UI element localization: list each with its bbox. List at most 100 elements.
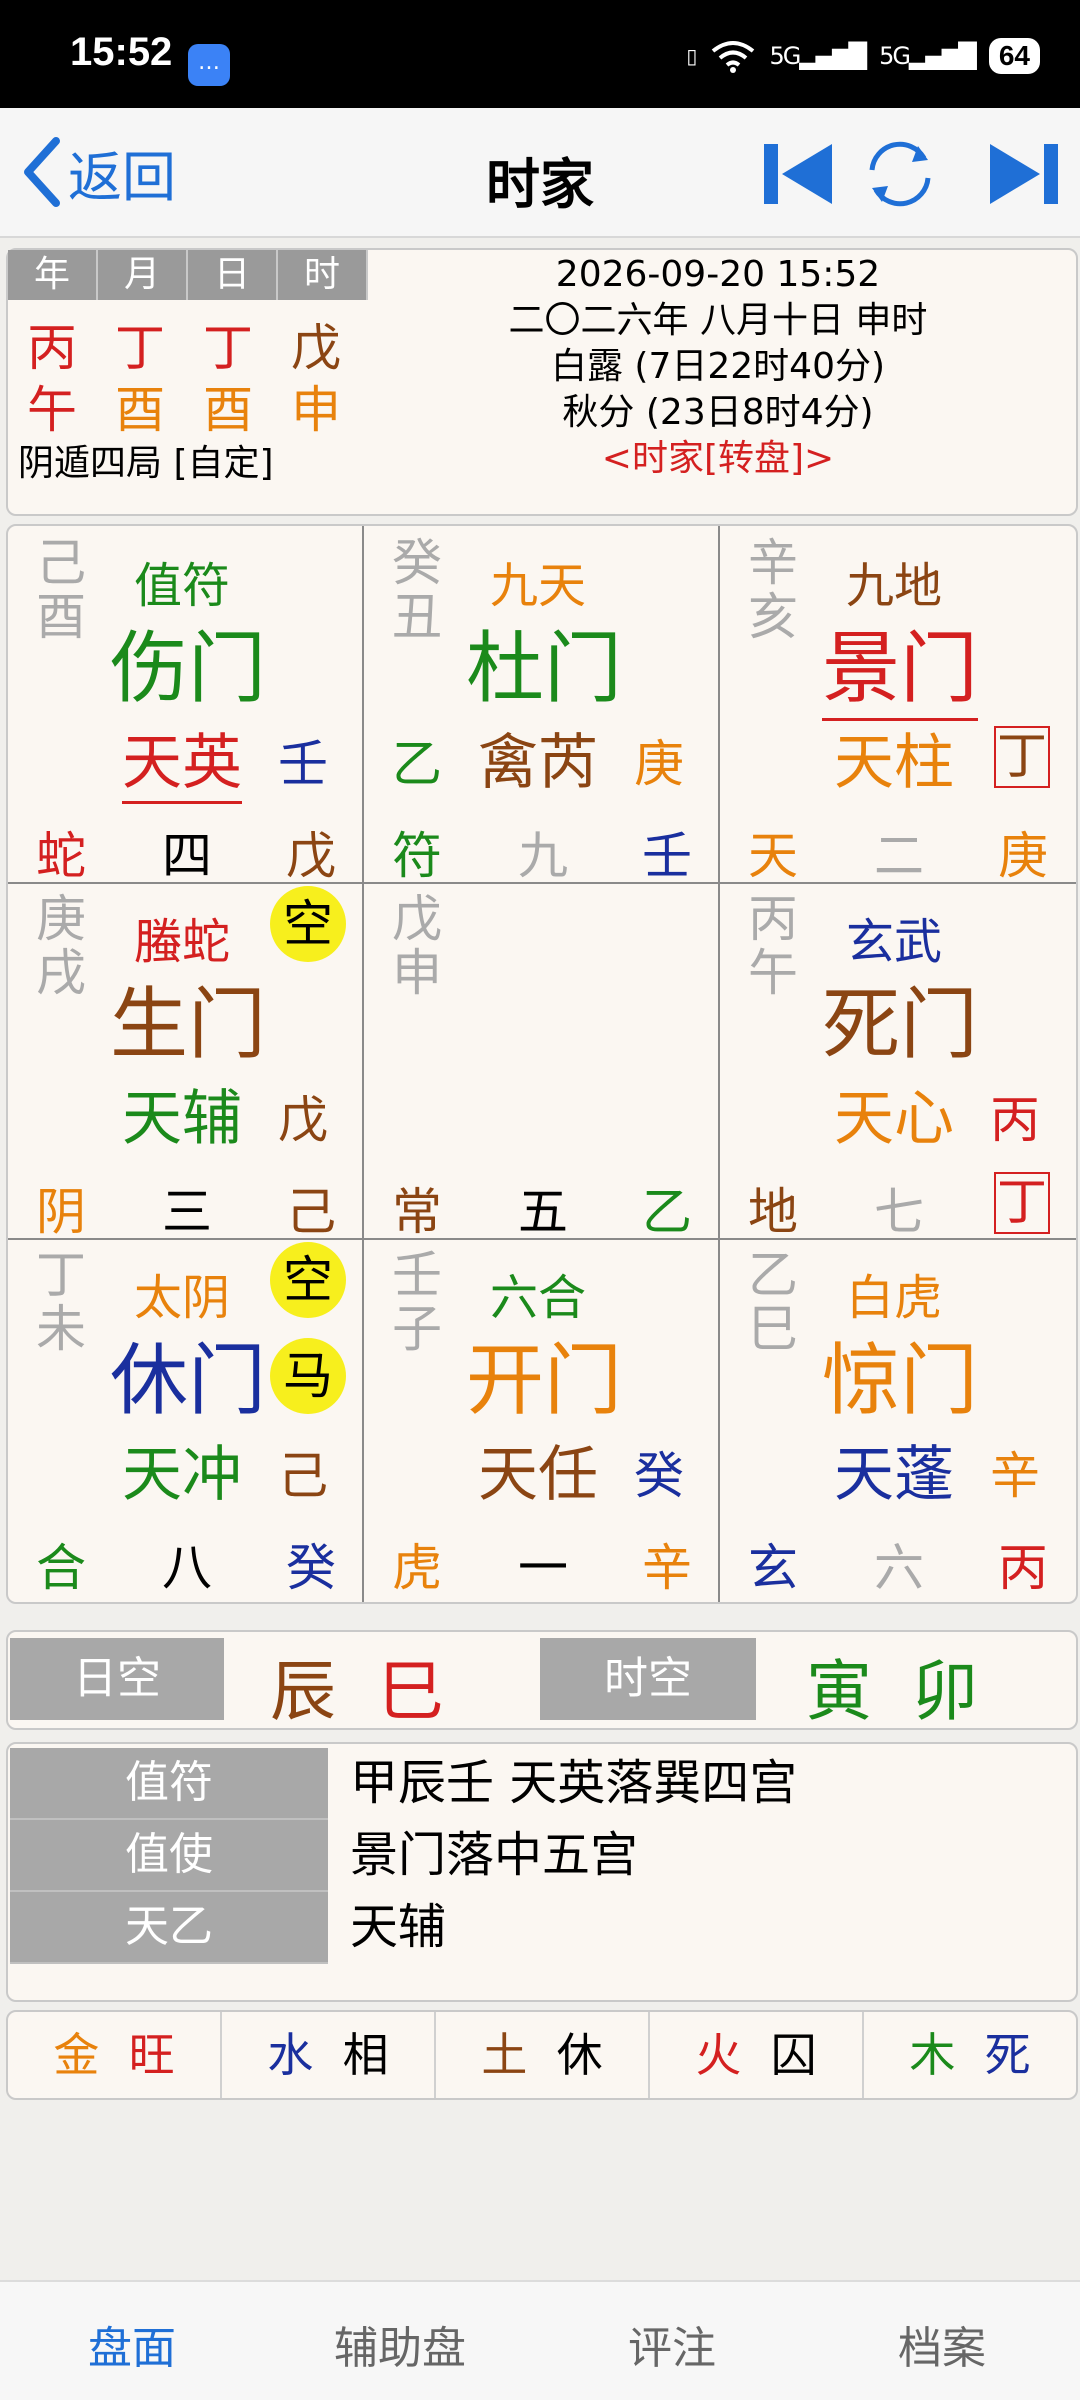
palace-star: 天蓬: [834, 1440, 954, 1510]
kong-badge: 空: [270, 1242, 346, 1318]
pillar-header-day: 日: [188, 250, 278, 300]
palace-cell[interactable]: 己酉 值符 伤门 天英 壬 蛇 四 戊: [8, 526, 364, 885]
palace-ganzhi: 丁未: [36, 1246, 86, 1358]
info-panel: 年 月 日 时 丙 丁 丁 戊 午 酉 酉 申 阴遁四局 [自定] 2026-0…: [6, 248, 1078, 516]
palace-stem: 戊: [278, 1091, 328, 1149]
palace-stem: 壬: [278, 735, 328, 793]
mode-label: <时家[转盘]>: [601, 438, 835, 479]
kong-badge: 空: [270, 886, 346, 962]
palace-earth-stem: 丁: [994, 1172, 1050, 1234]
shi-kong-label: 时空: [540, 1638, 756, 1720]
refresh-icon[interactable]: [860, 134, 940, 214]
palace-ganzhi: 乙巳: [748, 1246, 798, 1358]
palace-star: 天任: [478, 1440, 598, 1510]
palace-cell[interactable]: 庚戌 螣蛇 空 生门 天辅 戊 阴 三 己: [8, 882, 364, 1241]
palace-earth-stem: 壬: [642, 827, 692, 885]
palace-ganzhi: 辛亥: [748, 534, 798, 646]
kong-panel: 日空 辰 巳 时空 寅 卯: [6, 1630, 1078, 1730]
palace-ganzhi: 癸丑: [392, 534, 442, 646]
palace-stem: 己: [278, 1447, 328, 1505]
pillar-branch: 申: [291, 381, 341, 439]
tab-archive[interactable]: 档案: [898, 2312, 986, 2376]
shi-kong-value-2: 卯: [912, 1653, 978, 1730]
gregorian-date: 2026-09-20 15:52: [555, 254, 881, 295]
signal-icon-1: 5G▂▄▆█: [769, 42, 867, 70]
ri-kong-label: 日空: [10, 1638, 224, 1720]
palace-number: 六: [874, 1539, 924, 1597]
shi-kong-value-1: 寅: [806, 1653, 872, 1730]
ri-kong-value-1: 辰: [270, 1653, 336, 1730]
lunar-date: 二〇二六年 八月十日 申时: [508, 300, 928, 341]
palace-number: 一: [518, 1539, 568, 1597]
wuxing-item: 土 休: [436, 2012, 650, 2098]
previous-icon[interactable]: [760, 134, 840, 214]
solar-term-1: 白露 (7日22时40分): [550, 346, 886, 387]
palace-star-prefix: 乙: [392, 735, 442, 793]
horse-badge: 马: [270, 1338, 346, 1414]
palace-earth-stem: 丙: [998, 1539, 1048, 1597]
tab-comments[interactable]: 评注: [628, 2312, 716, 2376]
pillar-header-hour: 时: [278, 250, 368, 300]
palace-bottom-god: 蛇: [36, 827, 86, 885]
palace-bottom-god: 地: [748, 1183, 798, 1241]
palace-star: 天冲: [122, 1440, 242, 1510]
tab-board[interactable]: 盘面: [88, 2312, 176, 2376]
palace-bottom-god: 虎: [392, 1539, 442, 1597]
tianyi-label: 天乙: [10, 1892, 328, 1964]
palace-grid: 己酉 值符 伤门 天英 壬 蛇 四 戊 癸丑 九天 杜门 乙 禽芮 庚 符 九 …: [6, 524, 1078, 1604]
wifi-icon: [712, 41, 755, 73]
palace-cell[interactable]: 壬子 六合 开门 天任 癸 虎 一 辛: [364, 1238, 720, 1597]
palace-cell[interactable]: 乙巳 白虎 惊门 天蓬 辛 玄 六 丙: [720, 1238, 1076, 1597]
zhifu-value: 甲辰壬 天英落巽四宫: [350, 1755, 798, 1811]
tab-auxiliary[interactable]: 辅助盘: [334, 2312, 466, 2376]
palace-door: 惊门: [822, 1336, 979, 1426]
palace-cell[interactable]: 戊申 常 五 乙: [364, 882, 720, 1241]
zhishi-value: 景门落中五宫: [350, 1827, 639, 1883]
wuxing-item: 木 死: [909, 2028, 1031, 2082]
palace-cell[interactable]: 癸丑 九天 杜门 乙 禽芮 庚 符 九 壬: [364, 526, 720, 885]
palace-bottom-god: 天: [748, 827, 798, 885]
palace-door: 死门: [822, 980, 979, 1070]
palace-earth-stem: 戊: [286, 827, 336, 885]
palace-door: 生门: [110, 980, 267, 1070]
palace-earth-stem: 己: [286, 1183, 336, 1241]
wuxing-panel: 金 旺 水 相 土 休 火 囚 木 死: [6, 2010, 1078, 2100]
palace-number: 三: [162, 1183, 212, 1241]
palace-ganzhi: 己酉: [36, 534, 86, 646]
palace-earth-stem: 庚: [998, 827, 1048, 885]
palace-stem: 丁: [994, 726, 1050, 788]
palace-door: 休门: [110, 1336, 267, 1426]
pillar-headers: 年 月 日 时: [8, 250, 368, 300]
wuxing-item: 金 旺: [8, 2012, 222, 2098]
palace-star: 天柱: [834, 728, 954, 798]
dates-block: 2026-09-20 15:52 二〇二六年 八月十日 申时 白露 (7日22时…: [438, 252, 998, 482]
tianyi-value: 天辅: [350, 1899, 447, 1955]
next-icon[interactable]: [982, 134, 1062, 214]
status-bar: 15:52 … ▯ 5G▂▄▆█ 5G▂▄▆█ 64: [0, 0, 1080, 108]
palace-cell[interactable]: 丙午 玄武 死门 天心 丙 地 七 丁: [720, 882, 1076, 1241]
pillar-header-month: 月: [98, 250, 188, 300]
palace-cell[interactable]: 辛亥 九地 景门 天柱 丁 天 二 庚: [720, 526, 1076, 885]
palace-bottom-god: 合: [36, 1539, 86, 1597]
pillar-branches: 午 酉 酉 申: [8, 370, 360, 442]
wuxing-item: 水 相: [222, 2012, 436, 2098]
nav-bar: 返回 时家: [0, 108, 1080, 238]
palace-door: 开门: [466, 1336, 623, 1426]
palace-star: 天辅: [122, 1084, 242, 1154]
ju-label: 阴遁四局 [自定]: [18, 443, 274, 484]
palace-star: 天心: [834, 1084, 954, 1154]
palace-number: 二: [874, 827, 924, 885]
palace-cell[interactable]: 丁未 太阴 空 休门 马 天冲 己 合 八 癸: [8, 1238, 364, 1597]
zhishi-label: 值使: [10, 1820, 328, 1892]
palace-number: 九: [518, 827, 568, 885]
palace-earth-stem: 癸: [286, 1539, 336, 1597]
bottom-tab-bar: 盘面 辅助盘 评注 档案: [0, 2280, 1080, 2400]
palace-star: 天英: [122, 714, 242, 804]
palace-star: 禽芮: [478, 728, 598, 798]
pillar-branch: 酉: [115, 381, 165, 439]
zhifu-panel: 值符 甲辰壬 天英落巽四宫 值使 景门落中五宫 天乙 天辅: [6, 1742, 1078, 2002]
palace-stem: 辛: [990, 1447, 1040, 1505]
wuxing-item: 火 囚: [650, 2012, 864, 2098]
pillar-branch: 酉: [203, 381, 253, 439]
back-button[interactable]: 返回: [22, 136, 176, 209]
